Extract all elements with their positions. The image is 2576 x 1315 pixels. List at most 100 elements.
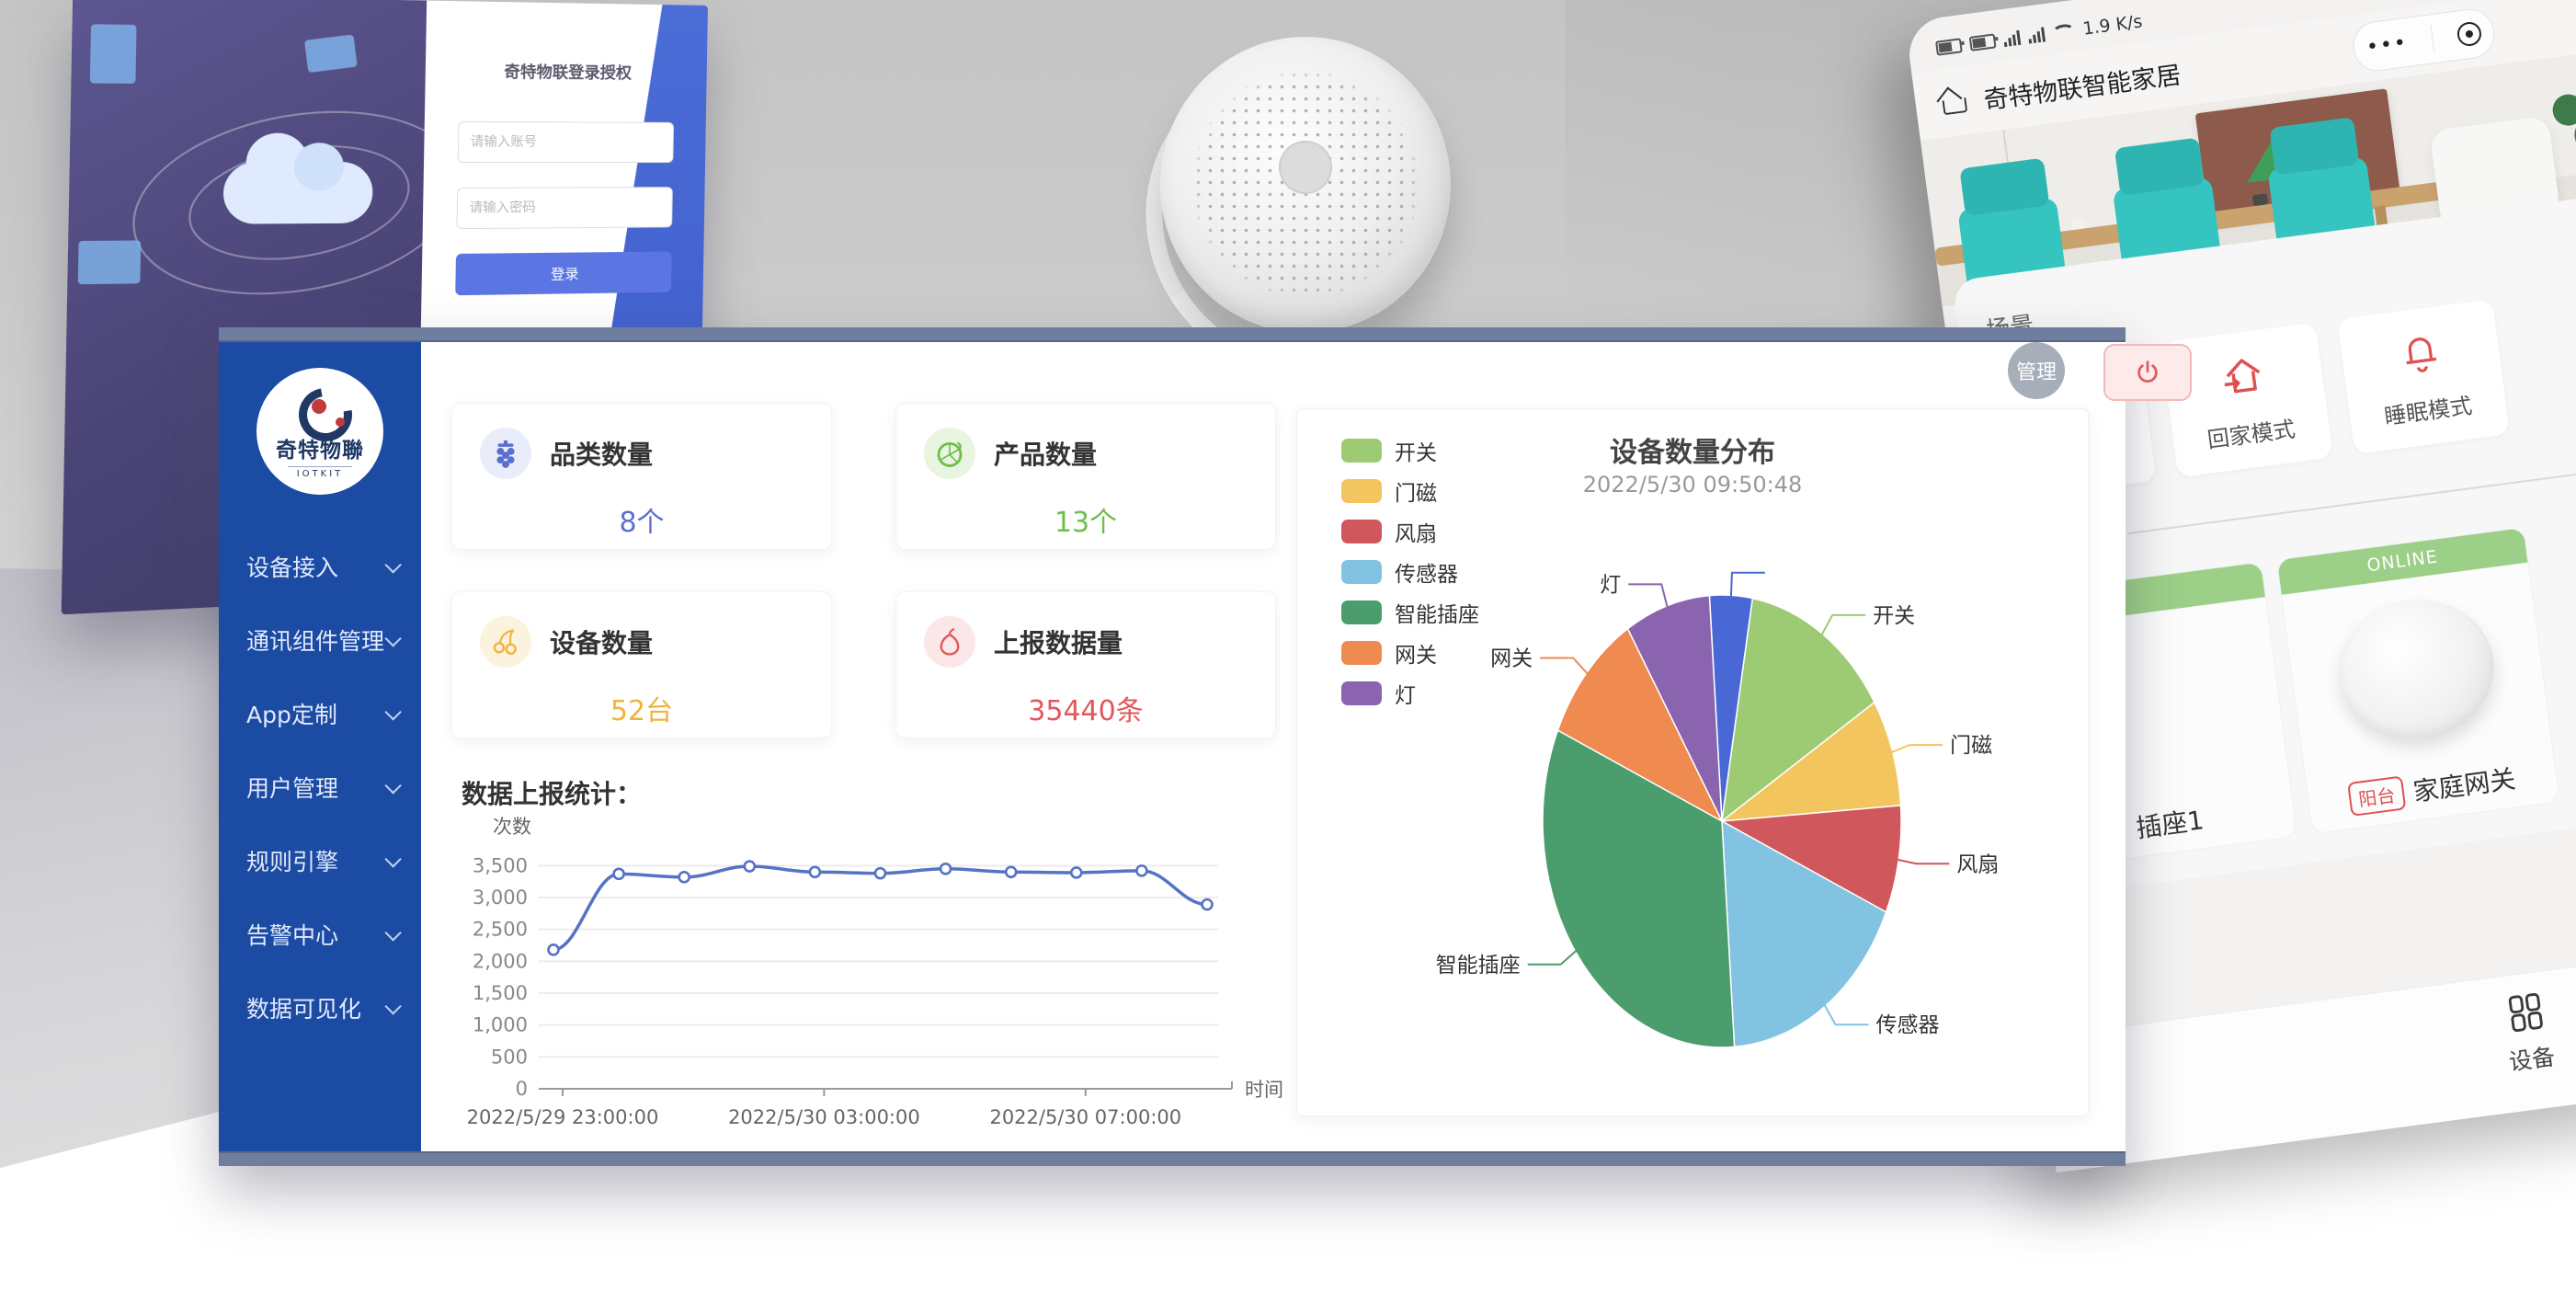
sidebar-item-1[interactable]: 设备接入: [219, 530, 421, 603]
sidebar-item-6[interactable]: 告警中心: [219, 898, 421, 971]
power-button[interactable]: [2103, 344, 2192, 401]
svg-text:2,000: 2,000: [473, 950, 528, 972]
device-card-2[interactable]: ONLINE 阳台 家庭网关: [2276, 527, 2560, 835]
sidebar-item-3[interactable]: App定制: [219, 677, 421, 750]
svg-text:次数: 次数: [493, 817, 531, 838]
net-speed: 1.9 K/s: [2081, 11, 2143, 39]
svg-text:2,500: 2,500: [473, 919, 528, 941]
svg-text:1,000: 1,000: [473, 1014, 528, 1036]
mode-label: 回家模式: [2206, 410, 2297, 453]
stat-value: 13个: [924, 499, 1248, 540]
svg-text:时间: 时间: [1245, 1079, 1283, 1101]
sidebar-item-4[interactable]: 用户管理: [219, 750, 421, 824]
sim2-battery-icon: [1969, 33, 1997, 51]
sidebar-item-label: 告警中心: [246, 918, 338, 951]
svg-text:2022/5/30 03:00:00: 2022/5/30 03:00:00: [728, 1106, 920, 1128]
sidebar-item-label: 通讯组件管理: [246, 623, 384, 657]
sidebar-item-label: 规则引擎: [246, 844, 338, 877]
stat-label: 产品数量: [994, 435, 1097, 472]
svg-text:智能插座: 智能插座: [1436, 954, 1521, 978]
app-title: 奇特物联智能家居: [1981, 54, 2183, 116]
svg-text:500: 500: [491, 1046, 528, 1068]
admin-dashboard: 奇特物聯 IOTKIT 设备接入通讯组件管理App定制用户管理规则引擎告警中心数…: [219, 327, 2126, 1166]
stat-card-4: 上报数据量 35440条: [895, 591, 1276, 738]
sidebar: 奇特物聯 IOTKIT 设备接入通讯组件管理 App定制用户管理规则引擎告警中心数…: [219, 342, 421, 1151]
grapes-icon: [480, 428, 531, 479]
stat-card-3: 设备数量 52台: [451, 591, 832, 738]
dashboard-top-edge: [219, 327, 2126, 342]
login-button[interactable]: 登录: [455, 251, 671, 295]
stat-value: 52台: [480, 688, 804, 728]
mug: [2070, 217, 2086, 230]
grid-icon: [2502, 988, 2549, 1035]
mode-card-3[interactable]: 睡眠模式: [2337, 299, 2510, 454]
room-tag: 阳台: [2347, 775, 2406, 817]
svg-text:2022/5/30 07:00:00: 2022/5/30 07:00:00: [989, 1106, 1181, 1128]
miniprogram-pill: •••: [2351, 6, 2498, 74]
dashboard-bottom-edge: [219, 1151, 2126, 1166]
svg-text:风扇: 风扇: [1956, 852, 1999, 876]
admin-badge-button[interactable]: 管理: [2008, 342, 2065, 399]
svg-text:3,000: 3,000: [473, 886, 528, 909]
chevron-down-icon: [384, 998, 401, 1014]
device-pie-chart: 开关门磁风扇传感器 智能插座 网关 灯: [1297, 409, 2088, 1114]
chevron-down-icon: [384, 630, 401, 646]
chevron-down-icon: [384, 777, 401, 794]
sidebar-item-7[interactable]: 数据可见化: [219, 971, 421, 1045]
pie-card: 设备数量分布 2022/5/30 09:50:48 开关 门磁 风扇 传感器 智…: [1296, 408, 2089, 1116]
chevron-down-icon: [384, 924, 401, 941]
chevron-down-icon: [384, 851, 401, 867]
stat-label: 设备数量: [550, 623, 653, 660]
logo: 奇特物聯 IOTKIT: [256, 368, 383, 495]
sidebar-item-label: 用户管理: [246, 771, 338, 804]
mode-label: 睡眠模式: [2382, 387, 2474, 430]
report-line-chart: 05001,0001,5002,0002,5003,0003,500次数时间20…: [430, 817, 1294, 1151]
wifi-icon: [2052, 23, 2076, 40]
svg-text:传感器: 传感器: [1876, 1013, 1940, 1037]
smart-speaker-device: [1160, 37, 1451, 333]
signal2-icon: [2027, 27, 2046, 43]
svg-text:开关: 开关: [1873, 604, 1915, 628]
report-section-title: 数据上报统计：: [462, 774, 642, 811]
svg-text:3,500: 3,500: [473, 854, 528, 876]
sidebar-item-label: 数据可见化: [246, 991, 361, 1024]
dashboard-content: 品类数量 8个 产品数量 13个 设备数量 52台 上报数据量 35440条 数…: [421, 342, 2126, 1151]
sidebar-item-label: App定制: [246, 697, 337, 730]
logo-subtitle: IOTKIT: [288, 466, 353, 479]
tab-devices[interactable]: 设备: [2500, 988, 2557, 1078]
chevron-down-icon: [384, 556, 401, 573]
pear-icon: [924, 616, 975, 668]
chevron-down-icon: [384, 703, 401, 720]
screen-shape: [90, 24, 137, 84]
sidebar-item-5[interactable]: 规则引擎: [219, 824, 421, 898]
sidebar-item-label: 设备接入: [246, 550, 338, 583]
sleep-mode-icon: [2394, 326, 2448, 383]
device-name: 插座1: [2134, 800, 2206, 845]
svg-text:2022/5/29 23:00:00: 2022/5/29 23:00:00: [467, 1106, 659, 1128]
mug: [2252, 193, 2268, 206]
password-input[interactable]: [457, 187, 673, 229]
screen-shape: [78, 240, 142, 284]
sidebar-item-2[interactable]: 通讯组件管理: [219, 603, 421, 677]
close-capsule-icon[interactable]: [2456, 20, 2482, 47]
cherry-icon: [480, 616, 531, 668]
svg-text:网关: 网关: [1490, 646, 1533, 670]
login-title: 奇特物联登录授权: [459, 58, 675, 84]
account-input[interactable]: [458, 121, 674, 163]
svg-text:1,500: 1,500: [473, 982, 528, 1004]
gateway-image: [2331, 590, 2502, 748]
logo-mark-icon: [297, 384, 343, 430]
home-mode-icon: [2217, 349, 2271, 406]
tab-devices-label: 设备: [2507, 1039, 2557, 1078]
stat-label: 品类数量: [550, 435, 653, 472]
lime-icon: [924, 428, 975, 479]
svg-text:门磁: 门磁: [1950, 734, 1992, 758]
stat-value: 35440条: [924, 688, 1248, 728]
power-icon: [2134, 359, 2161, 386]
svg-text:灯: 灯: [1600, 573, 1621, 597]
more-menu-icon[interactable]: •••: [2365, 30, 2410, 59]
stat-value: 8个: [480, 499, 804, 540]
home-icon[interactable]: [1938, 86, 1969, 118]
stat-card-2: 产品数量 13个: [895, 403, 1276, 550]
sim1-battery-icon: [1935, 38, 1963, 56]
